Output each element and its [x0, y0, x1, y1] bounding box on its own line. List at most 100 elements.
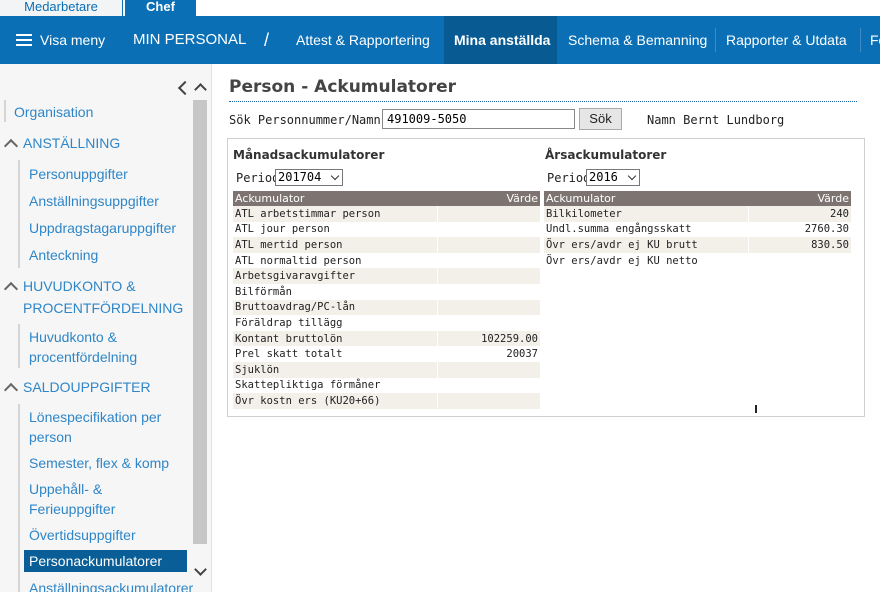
sidebar-item-uppehall[interactable]: Uppehåll- & Ferieuppgifter	[29, 479, 115, 519]
accumulator-name: Arbetsgivaravgifter	[233, 268, 438, 284]
accumulator-value	[748, 253, 851, 269]
table-row: ATL jour person	[233, 221, 540, 238]
breadcrumb-separator: /	[264, 30, 270, 50]
section-title-line: PROCENTFÖRDELNING	[23, 300, 184, 316]
section-title-line: HUVUDKONTO &	[23, 278, 136, 294]
accumulator-name: Prel skatt totalt	[233, 346, 438, 362]
accumulator-value	[437, 299, 540, 316]
nav-rapporter-utdata[interactable]: Rapporter & Utdata	[716, 16, 857, 64]
item-line: Ferieuppgifter	[29, 501, 116, 517]
item-line: Lönespecifikation per	[29, 409, 162, 425]
accumulator-value	[437, 284, 540, 300]
accumulator-value: 240	[748, 206, 851, 222]
accumulator-value: 20037	[506, 348, 538, 361]
table-row: Övr ers/avdr ej KU brutt 830.50	[544, 237, 851, 253]
nav-attest-rapportering[interactable]: Attest & Rapportering	[286, 16, 440, 64]
sidebar-item-personuppgifter[interactable]: Personuppgifter	[29, 164, 128, 184]
sidebar-item-personackumulatorer[interactable]: Personackumulatorer	[24, 550, 187, 572]
accumulator-value: 102259.00	[437, 330, 540, 347]
sidebar-section-anstallning[interactable]: ANSTÄLLNING	[23, 132, 120, 154]
chevron-up-icon[interactable]	[3, 138, 19, 154]
sidebar-item-uppdragstagaruppgifter[interactable]: Uppdragstagaruppgifter	[29, 218, 176, 238]
sidebar-item-semester[interactable]: Semester, flex & komp	[29, 453, 169, 473]
column-header: Ackumulator	[233, 191, 437, 206]
accumulator-name: Övr ers/avdr ej KU netto	[544, 252, 749, 269]
table-row: Övr ers/avdr ej KU netto	[544, 252, 851, 269]
scroll-down-icon[interactable]	[194, 563, 207, 576]
tree-line	[18, 324, 20, 368]
employee-name: Namn Bernt Lundborg	[647, 113, 785, 127]
table-row: Skattepliktiga förmåner	[233, 377, 540, 394]
title-divider	[229, 101, 857, 102]
table-row: Arbetsgivaravgifter	[233, 268, 540, 284]
table-row: Bruttoavdrag/PC-lån	[233, 299, 540, 316]
accumulator-name: Bilförmån	[233, 283, 438, 300]
sidebar-item-anstallningsackumulatorer[interactable]: Anställningsackumulatorer	[29, 578, 193, 592]
column-header: Ackumulator	[544, 191, 748, 206]
accumulator-name: Övr kostn ers (KU20+66)	[233, 393, 438, 409]
tab-medarbetare[interactable]: Medarbetare	[0, 0, 123, 16]
accumulator-name: Sjuklön	[233, 361, 438, 378]
table-row: ATL arbetstimmar person	[233, 206, 540, 222]
sidebar-item-organisation[interactable]: Organisation	[14, 102, 93, 122]
search-input[interactable]	[382, 109, 575, 129]
accumulator-name: Föräldrap tillägg	[233, 315, 438, 331]
sidebar-item-overtidsuppgifter[interactable]: Övertidsuppgifter	[29, 525, 136, 545]
item-line: procentfördelning	[29, 349, 138, 365]
accumulator-name: ATL arbetstimmar person	[233, 206, 438, 222]
selected-value: 2016	[589, 170, 618, 184]
role-tabs: Medarbetare Chef	[0, 0, 880, 16]
monthly-title: Månadsackumulatorer	[233, 148, 385, 162]
accumulator-name: ATL jour person	[233, 221, 438, 238]
nav-mina-anstallda[interactable]: Mina anställda	[444, 16, 557, 64]
yearly-title: Årsackumulatorer	[545, 148, 667, 162]
text-cursor	[755, 405, 757, 413]
accumulator-name: Skattepliktiga förmåner	[233, 377, 438, 394]
nav-more[interactable]: Fö	[861, 16, 880, 64]
top-navigation: Visa meny MIN PERSONAL / Attest & Rappor…	[0, 16, 880, 64]
tab-chef[interactable]: Chef	[125, 0, 196, 16]
sidebar-item-anstallningsuppgifter[interactable]: Anställningsuppgifter	[29, 191, 159, 211]
scroll-up-icon[interactable]	[194, 83, 207, 96]
chevron-down-icon	[627, 171, 637, 181]
item-line: Huvudkonto &	[29, 329, 117, 345]
monthly-period-select[interactable]: 201704	[275, 169, 343, 186]
table-row: Sjuklön	[233, 361, 540, 378]
table-row: Föräldrap tillägg	[233, 315, 540, 331]
menu-icon[interactable]	[16, 34, 32, 46]
table-row: Bilkilometer 240	[544, 206, 851, 222]
accumulator-value: 830.50	[748, 237, 851, 253]
table-row: Prel skatt totalt 20037	[233, 346, 540, 362]
sidebar: Organisation ANSTÄLLNING Personuppgifter…	[0, 64, 212, 592]
accumulator-value	[437, 222, 540, 238]
scrollbar-thumb[interactable]	[193, 100, 207, 544]
yearly-table: Ackumulator Värde Bilkilometer 240 Undl.su…	[544, 191, 851, 269]
sidebar-item-huvudkonto[interactable]: Huvudkonto & procentfördelning	[29, 327, 137, 367]
search-label: Sök Personnummer/Namn	[229, 113, 381, 127]
accumulator-value	[437, 315, 540, 331]
tree-line	[18, 404, 20, 592]
collapse-sidebar-icon[interactable]	[177, 80, 193, 96]
accumulator-value	[437, 378, 540, 394]
app-title[interactable]: MIN PERSONAL	[133, 16, 246, 64]
page-title: Person - Ackumulatorer	[229, 77, 457, 97]
show-menu-button[interactable]: Visa meny	[40, 16, 105, 64]
sidebar-section-huvudkonto[interactable]: HUVUDKONTO & PROCENTFÖRDELNING	[23, 275, 183, 319]
accumulator-value	[437, 206, 540, 222]
nav-schema-bemanning[interactable]: Schema & Bemanning	[558, 16, 717, 64]
sidebar-item-anteckning[interactable]: Anteckning	[29, 245, 98, 265]
monthly-table: Ackumulator Värde ATL arbetstimmar perso…	[233, 191, 540, 409]
accumulator-value	[437, 361, 540, 378]
column-header: Värde	[437, 191, 540, 206]
chevron-up-icon[interactable]	[3, 281, 19, 297]
accumulator-value: 2760.30	[804, 223, 849, 236]
accumulator-name: Övr ers/avdr ej KU brutt	[544, 237, 749, 253]
table-row: ATL mertid person	[233, 237, 540, 253]
sidebar-section-saldouppgifter[interactable]: SALDOUPPGIFTER	[23, 376, 151, 398]
table-row: Kontant bruttolön 102259.00	[233, 330, 540, 347]
item-line: Uppehåll- &	[29, 481, 103, 497]
sidebar-item-lonespecifikation[interactable]: Lönespecifikation per person	[29, 407, 161, 447]
yearly-period-select[interactable]: 2016	[586, 169, 640, 186]
search-button[interactable]: Sök	[579, 108, 622, 130]
chevron-up-icon[interactable]	[3, 382, 19, 398]
